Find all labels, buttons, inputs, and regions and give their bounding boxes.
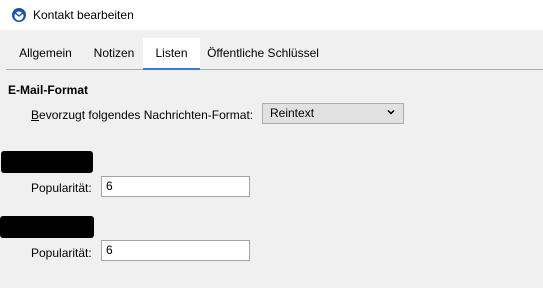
- popularity-field[interactable]: 6: [101, 176, 250, 197]
- title-bar: Kontakt bearbeiten: [0, 0, 543, 30]
- preferred-format-label-mnemonic: B: [31, 108, 40, 122]
- email-format-heading: E-Mail-Format: [8, 83, 89, 97]
- popularity-field[interactable]: 6: [101, 240, 250, 261]
- tab-notizen[interactable]: Notizen: [85, 38, 143, 69]
- message-format-value: Reintext: [270, 106, 315, 120]
- tab-oeffentliche-schluessel[interactable]: Öffentliche Schlüssel: [200, 38, 326, 69]
- preferred-format-label: Bevorzugt folgendes Nachrichten-Format:: [31, 108, 253, 122]
- message-format-select[interactable]: Reintext: [262, 103, 404, 124]
- tab-bar: Allgemein Notizen Listen Öffentliche Sch…: [6, 38, 543, 70]
- tab-allgemein[interactable]: Allgemein: [6, 38, 85, 69]
- tab-listen[interactable]: Listen: [143, 38, 200, 70]
- preferred-format-label-text: evorzugt folgendes Nachrichten-Format:: [39, 108, 254, 122]
- redacted-list-name: [0, 216, 94, 238]
- window-title: Kontakt bearbeiten: [33, 8, 134, 22]
- redacted-list-name: [1, 151, 93, 173]
- thunderbird-icon: [12, 8, 26, 22]
- popularity-label: Popularität:: [31, 246, 92, 260]
- popularity-label: Popularität:: [31, 181, 92, 195]
- chevron-down-icon: [387, 109, 395, 115]
